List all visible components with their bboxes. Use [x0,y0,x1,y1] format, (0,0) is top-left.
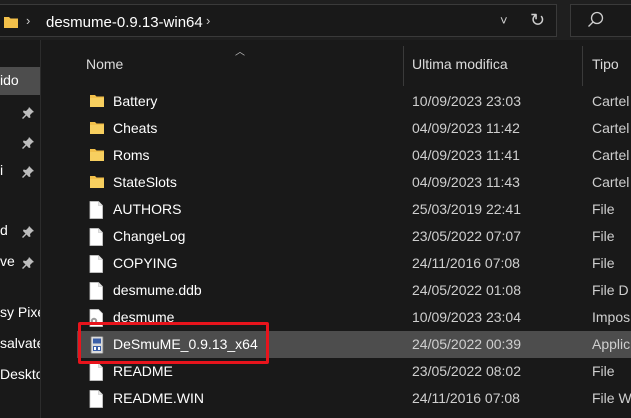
folder-icon [89,147,105,165]
address-bar[interactable]: › desmume-0.9.13-win64 › ˅ ↻ [0,4,557,37]
file-modified-date: 04/09/2023 11:42 [412,120,520,136]
file-row[interactable]: COPYING 24/11/2016 07:08 File [77,250,631,277]
file-name: DeSmuME_0.9.13_x64 [113,336,258,352]
file-list: ︿ Nome Ultima modifica Tipo Battery 10/09… [41,40,631,418]
file-row[interactable]: README 23/05/2022 08:02 File [77,358,631,385]
file-modified-date: 24/05/2022 00:39 [412,336,521,352]
file-name: Roms [113,147,150,163]
file-type: Cartel [592,93,630,109]
breadcrumb-current-folder[interactable]: desmume-0.9.13-win64 [46,14,203,31]
app-icon [89,336,105,354]
file-modified-date: 10/09/2023 23:03 [412,93,521,109]
file-row[interactable]: ChangeLog 23/05/2022 07:07 File [77,223,631,250]
navigation-pane: ido i d ve sy Pixe salvate Deskto [0,40,45,418]
pin-icon[interactable] [22,165,34,178]
file-name: README.WIN [113,390,204,406]
file-row[interactable]: Cheats 04/09/2023 11:42 Cartel [77,115,631,142]
file-type: File [592,255,615,271]
column-header-name[interactable]: Nome [86,56,123,72]
file-row[interactable]: Roms 04/09/2023 11:41 Cartel [77,142,631,169]
file-type: File W [592,390,631,406]
file-type: Impos [592,309,631,325]
pin-icon[interactable] [22,106,34,119]
file-row[interactable]: desmume.ddb 24/05/2022 01:08 File D [77,277,631,304]
chevron-right-icon[interactable]: › [206,13,210,28]
file-name: StateSlots [113,174,177,190]
file-type: Cartel [592,174,630,190]
folder-icon [89,120,105,138]
refresh-icon[interactable]: ↻ [530,10,545,31]
folder-icon [4,15,18,28]
file-icon [89,282,105,300]
file-row[interactable]: StateSlots 04/09/2023 11:43 Cartel [77,169,631,196]
file-name: desmume [113,309,175,325]
file-name: Cheats [113,120,158,136]
file-type: File [592,201,615,217]
nav-item-label[interactable]: ve [0,253,15,269]
file-icon [89,390,105,408]
file-type: File D [592,282,629,298]
column-separator[interactable] [403,46,404,86]
column-separator[interactable] [582,46,583,86]
nav-item-label[interactable]: ido [0,72,19,88]
file-name: README [113,363,173,379]
column-header-modified[interactable]: Ultima modifica [412,56,508,72]
file-modified-date: 23/05/2022 07:07 [412,228,521,244]
pin-icon[interactable] [22,256,34,269]
file-icon [89,201,105,219]
column-header-row: ︿ Nome Ultima modifica Tipo [41,40,631,86]
file-modified-date: 24/11/2016 07:08 [412,255,520,271]
file-row[interactable]: AUTHORS 25/03/2019 22:41 File [77,196,631,223]
file-type: Applic [592,336,631,352]
file-name: AUTHORS [113,201,182,217]
file-type: File [592,228,615,244]
file-modified-date: 04/09/2023 11:41 [412,147,520,163]
nav-item-label[interactable]: i [0,162,3,178]
nav-item-label[interactable]: d [0,222,8,238]
file-icon [89,363,105,381]
chevron-down-icon[interactable]: ˅ [500,13,508,28]
file-modified-date: 24/11/2016 07:08 [412,390,520,406]
file-icon [89,228,105,246]
column-header-type[interactable]: Tipo [592,56,619,72]
file-name: Battery [113,93,158,109]
file-name: COPYING [113,255,178,271]
address-bar-region: › desmume-0.9.13-win64 › ˅ ↻ [0,0,631,40]
settings-file-icon [89,309,105,327]
search-icon [587,11,605,34]
file-modified-date: 25/03/2019 22:41 [412,201,521,217]
file-name: ChangeLog [113,228,186,244]
pin-icon[interactable] [22,136,34,149]
nav-item-label[interactable]: Deskto [0,366,44,382]
folder-icon [89,93,105,111]
file-type: Cartel [592,147,630,163]
file-row[interactable]: desmume 10/09/2023 23:04 Impos [77,304,631,331]
file-type: File [592,363,615,379]
file-modified-date: 10/09/2023 23:04 [412,309,521,325]
file-row[interactable]: Battery 10/09/2023 23:03 Cartel [77,88,631,115]
file-explorer-window: › desmume-0.9.13-win64 › ˅ ↻ ido i d ve sy P… [0,0,631,418]
search-input[interactable] [570,4,631,37]
folder-icon [89,174,105,192]
file-modified-date: 24/05/2022 01:08 [412,282,521,298]
file-row[interactable]: DeSmuME_0.9.13_x64 24/05/2022 00:39 Applic [77,331,631,358]
file-row[interactable]: README.WIN 24/11/2016 07:08 File W [77,385,631,412]
chevron-right-icon[interactable]: › [26,13,30,28]
nav-item-label[interactable]: sy Pixe [0,304,45,320]
sort-ascending-icon: ︿ [235,47,245,58]
pin-icon[interactable] [22,225,34,238]
file-modified-date: 04/09/2023 11:43 [412,174,520,190]
nav-item-label[interactable]: salvate [0,335,44,351]
file-name: desmume.ddb [113,282,202,298]
file-icon [89,255,105,273]
file-modified-date: 23/05/2022 08:02 [412,363,521,379]
file-type: Cartel [592,120,630,136]
